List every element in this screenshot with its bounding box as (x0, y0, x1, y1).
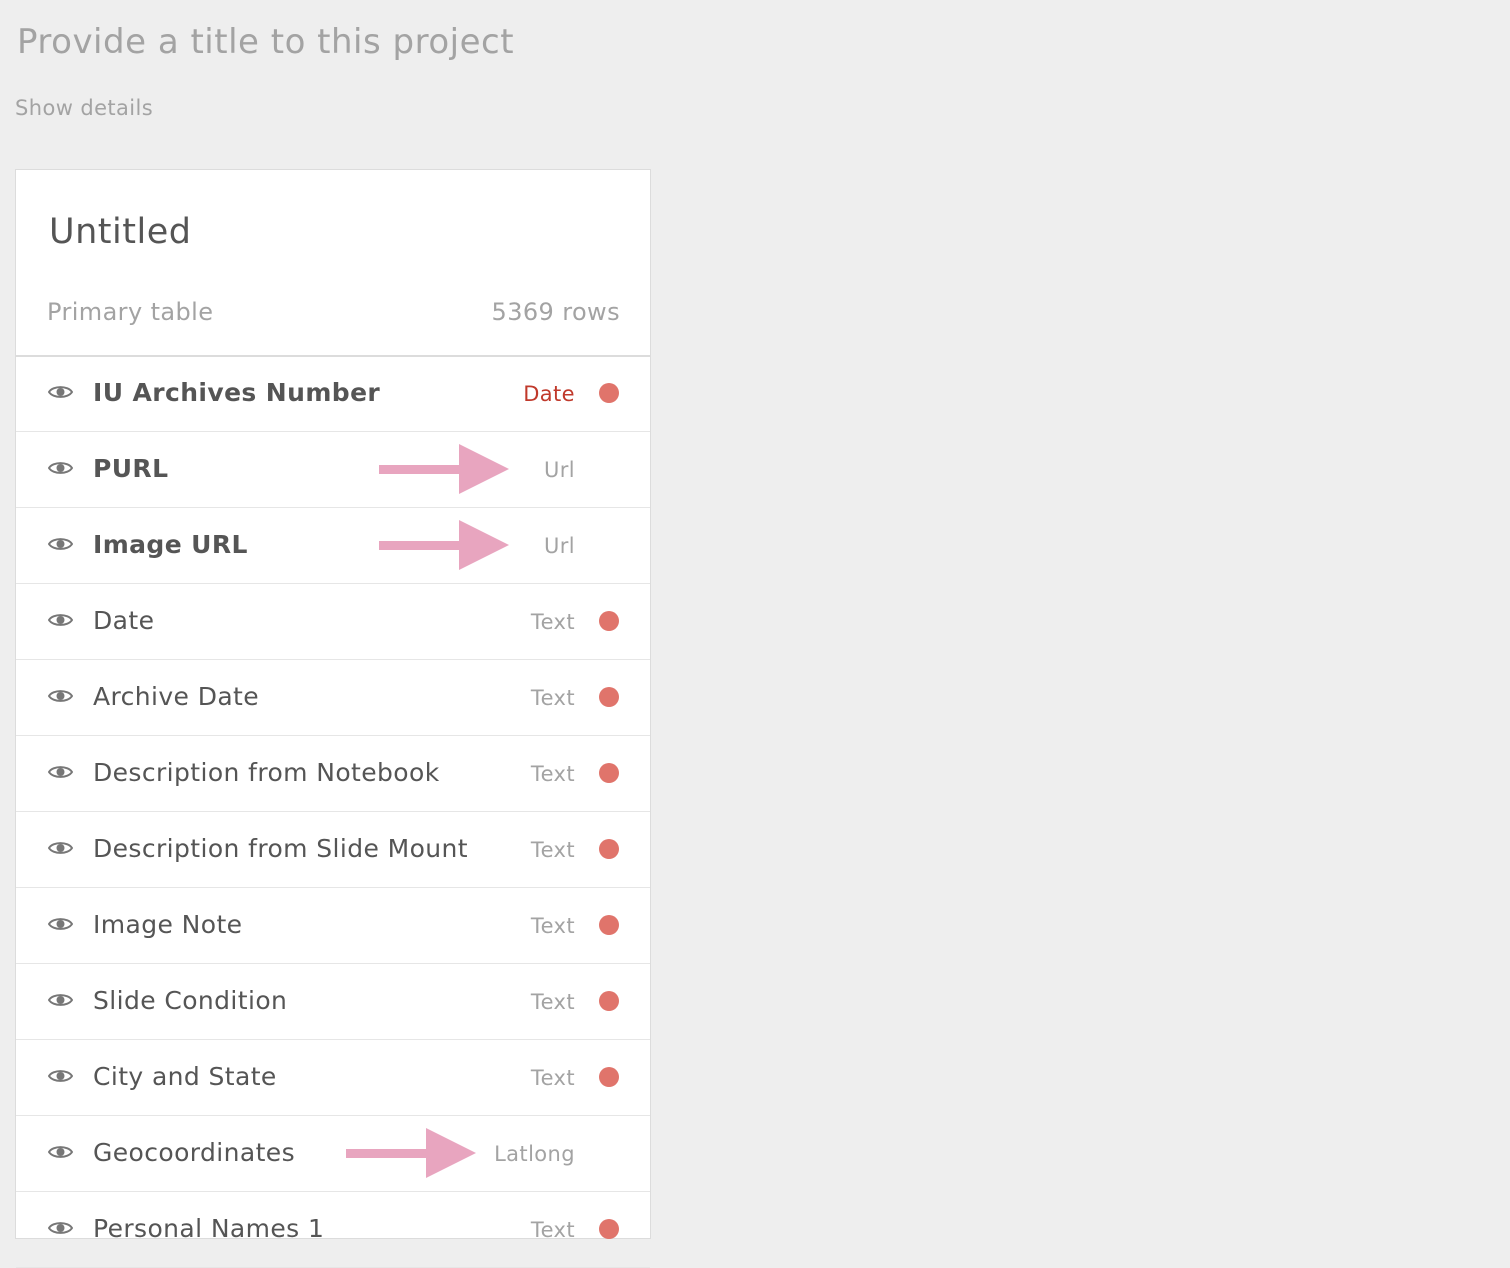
status-dot-icon (599, 915, 619, 935)
column-name: Personal Names 1 (93, 1214, 325, 1243)
column-name: Description from Notebook (93, 758, 440, 787)
column-name: IU Archives Number (93, 378, 381, 407)
status-dot-icon (599, 383, 619, 403)
eye-icon[interactable] (48, 840, 73, 856)
column-name: Image URL (93, 530, 248, 559)
column-type[interactable]: Text (531, 686, 575, 710)
status-dot-icon (599, 1219, 619, 1239)
status-dot-icon (599, 763, 619, 783)
column-type[interactable]: Latlong (494, 1142, 575, 1166)
column-name: Geocoordinates (93, 1138, 296, 1167)
column-row[interactable]: PURL Url (16, 432, 650, 508)
status-dot-icon (599, 839, 619, 859)
column-row[interactable]: Personal Names 1 Text (16, 1192, 650, 1268)
column-row[interactable]: Geocoordinates Latlong (16, 1116, 650, 1192)
row-count: 5369 rows (491, 298, 620, 326)
column-type[interactable]: Date (523, 382, 575, 406)
column-type[interactable]: Text (531, 990, 575, 1014)
project-title-input[interactable]: Provide a title to this project (17, 22, 514, 62)
column-name: Archive Date (93, 682, 260, 711)
show-details-link[interactable]: Show details (15, 96, 153, 120)
annotation-arrow-icon (379, 444, 509, 494)
status-dot-icon (599, 611, 619, 631)
column-type[interactable]: Text (531, 1218, 575, 1242)
eye-icon[interactable] (48, 1144, 73, 1160)
column-row[interactable]: IU Archives Number Date (16, 356, 650, 432)
eye-icon[interactable] (48, 460, 73, 476)
column-row[interactable]: Image URL Url (16, 508, 650, 584)
eye-icon[interactable] (48, 1068, 73, 1084)
primary-table-label: Primary table (47, 298, 214, 326)
status-dot-icon (599, 991, 619, 1011)
column-name: City and State (93, 1062, 277, 1091)
eye-icon[interactable] (48, 1220, 73, 1236)
column-row[interactable]: Image Note Text (16, 888, 650, 964)
column-type[interactable]: Text (531, 838, 575, 862)
panel-title: Untitled (49, 212, 192, 252)
column-type[interactable]: Url (544, 458, 575, 482)
column-type[interactable]: Text (531, 914, 575, 938)
eye-icon[interactable] (48, 764, 73, 780)
column-name: Date (93, 606, 155, 635)
status-dot-icon (599, 1067, 619, 1087)
column-row[interactable]: Description from Slide Mount Text (16, 812, 650, 888)
column-row[interactable]: City and State Text (16, 1040, 650, 1116)
column-row[interactable]: Archive Date Text (16, 660, 650, 736)
annotation-arrow-icon (379, 520, 509, 570)
eye-icon[interactable] (48, 536, 73, 552)
eye-icon[interactable] (48, 992, 73, 1008)
column-row[interactable]: Date Text (16, 584, 650, 660)
column-row[interactable]: Description from Notebook Text (16, 736, 650, 812)
column-type[interactable]: Text (531, 1066, 575, 1090)
column-type[interactable]: Text (531, 762, 575, 786)
column-list: IU Archives Number Date PURL Url Image URL Ur… (16, 356, 650, 1268)
eye-icon[interactable] (48, 688, 73, 704)
column-type[interactable]: Text (531, 610, 575, 634)
eye-icon[interactable] (48, 612, 73, 628)
column-type[interactable]: Url (544, 534, 575, 558)
column-row[interactable]: Slide Condition Text (16, 964, 650, 1040)
eye-icon[interactable] (48, 384, 73, 400)
table-panel: Untitled Primary table 5369 rows IU Arch… (15, 169, 651, 1268)
annotation-arrow-icon (346, 1128, 476, 1178)
column-name: Description from Slide Mount (93, 834, 468, 863)
column-name: Slide Condition (93, 986, 288, 1015)
column-name: Image Note (93, 910, 243, 939)
status-dot-icon (599, 687, 619, 707)
eye-icon[interactable] (48, 916, 73, 932)
table-meta: Primary table 5369 rows (16, 296, 650, 357)
column-name: PURL (93, 454, 169, 483)
